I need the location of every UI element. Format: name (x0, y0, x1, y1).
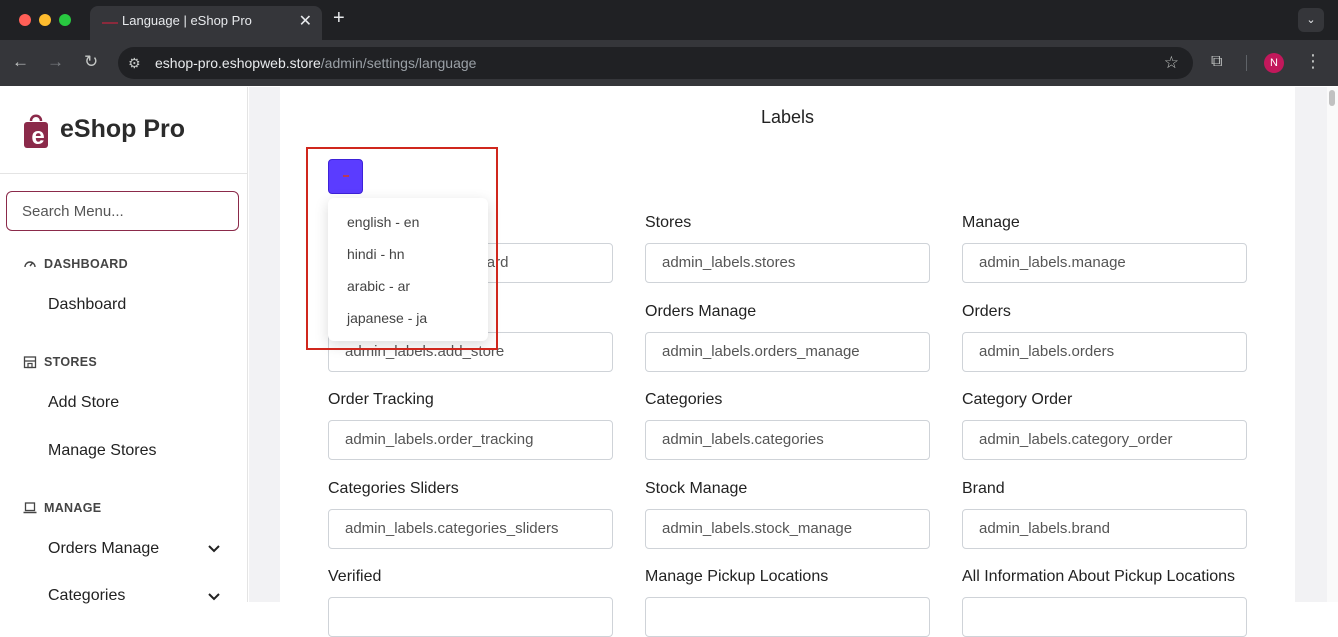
sidebar-item-orders-manage[interactable]: Orders Manage (48, 540, 159, 558)
sidebar: e eShop Pro DASHBOARD Dashboard STORES A… (0, 87, 248, 605)
close-tab-icon[interactable]: ✕ (299, 11, 312, 31)
field-label: Orders Manage (645, 303, 757, 320)
browser-menu-icon[interactable]: ⋮ (1304, 51, 1322, 72)
field-label: Brand (962, 480, 1005, 497)
label-input[interactable]: admin_labels.orders (962, 332, 1247, 372)
sidebar-item-dashboard[interactable]: Dashboard (48, 296, 126, 314)
page-title: Labels (760, 107, 815, 127)
field-label: Stock Manage (645, 480, 748, 497)
label-input[interactable]: admin_labels.order_tracking (328, 420, 613, 460)
label-input[interactable]: admin_labels.categories_sliders (328, 509, 613, 549)
back-icon[interactable]: ← (12, 52, 29, 72)
divider (0, 173, 247, 174)
search-menu-input[interactable] (6, 191, 239, 231)
section-manage-heading: MANAGE (23, 501, 101, 515)
close-window-button[interactable] (19, 14, 31, 26)
toolbar-divider (1246, 55, 1247, 71)
brand-name: eShop Pro (60, 115, 186, 143)
sidebar-item-categories[interactable]: Categories (48, 587, 125, 605)
sidebar-item-add-store[interactable]: Add Store (48, 394, 119, 412)
field-label: Stores (645, 214, 692, 231)
field-label: Manage Pickup Locations (645, 568, 829, 585)
extensions-icon[interactable]: ⧉ (1211, 53, 1222, 71)
section-stores-heading: STORES (23, 355, 97, 369)
url-text[interactable]: eshop-pro.eshopweb.store/admin/settings/… (155, 55, 476, 71)
store-icon (23, 356, 37, 369)
scrollbar-thumb[interactable] (1329, 90, 1335, 106)
url-host: eshop-pro.eshopweb.store (155, 55, 321, 71)
speedometer-icon (24, 261, 36, 268)
browser-toolbar: ← → ↻ ⚙ eshop-pro.eshopweb.store/admin/s… (0, 40, 1338, 86)
browser-tab-bar: Language | eShop Pro ✕ + ⌄ (0, 0, 1338, 40)
section-dashboard-heading: DASHBOARD (23, 257, 128, 271)
label-input[interactable] (645, 597, 930, 637)
field-label: Category Order (962, 391, 1073, 408)
label-input[interactable]: admin_labels.categories (645, 420, 930, 460)
field-label: Verified (328, 568, 382, 585)
forward-icon[interactable]: → (47, 52, 64, 72)
tab-title: Language | eShop Pro (122, 13, 252, 28)
scrollbar[interactable] (1327, 87, 1338, 602)
label-input[interactable] (328, 597, 613, 637)
bookmark-star-icon[interactable]: ☆ (1164, 53, 1179, 73)
maximize-window-button[interactable] (59, 14, 71, 26)
tab-search-icon[interactable]: ⌄ (1298, 8, 1324, 32)
field-label: All Information About Pickup Locations (962, 568, 1236, 585)
profile-avatar[interactable]: N (1264, 53, 1284, 73)
highlight-box (306, 147, 498, 350)
field-label: Order Tracking (328, 391, 434, 408)
minimize-window-button[interactable] (39, 14, 51, 26)
new-tab-button[interactable]: + (333, 7, 345, 30)
label-input[interactable]: admin_labels.manage (962, 243, 1247, 283)
field-label: Orders (962, 303, 1011, 320)
svg-text:e: e (31, 123, 44, 149)
field-label: Categories (645, 391, 723, 408)
field-label: Manage (962, 214, 1020, 231)
chevron-down-icon[interactable] (207, 592, 221, 602)
reload-icon[interactable]: ↻ (84, 52, 98, 72)
url-path: /admin/settings/language (320, 55, 477, 71)
chevron-down-icon[interactable] (207, 544, 221, 554)
browser-tab[interactable]: Language | eShop Pro ✕ (90, 6, 322, 40)
favicon-icon (102, 22, 118, 24)
label-input[interactable]: admin_labels.stock_manage (645, 509, 930, 549)
label-input[interactable]: admin_labels.brand (962, 509, 1247, 549)
label-input[interactable]: admin_labels.category_order (962, 420, 1247, 460)
address-bar[interactable]: ⚙ eshop-pro.eshopweb.store/admin/setting… (118, 47, 1193, 79)
sidebar-item-manage-stores[interactable]: Manage Stores (48, 442, 157, 460)
shopping-bag-logo-icon: e (24, 114, 48, 149)
field-label: Categories Sliders (328, 480, 459, 497)
label-input[interactable] (962, 597, 1247, 637)
site-settings-icon[interactable]: ⚙ (128, 55, 141, 72)
label-input[interactable]: admin_labels.stores (645, 243, 930, 283)
laptop-icon (23, 502, 37, 514)
label-input[interactable]: admin_labels.orders_manage (645, 332, 930, 372)
